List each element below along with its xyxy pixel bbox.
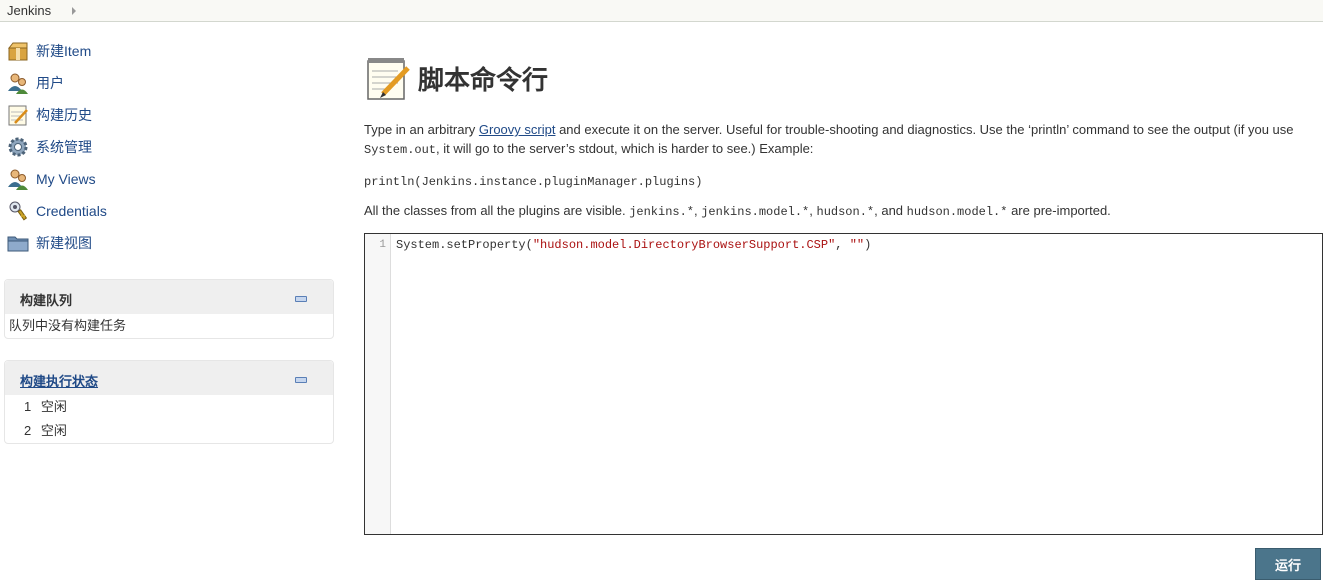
line-number: 1 bbox=[379, 239, 386, 251]
example-code: println(Jenkins.instance.pluginManager.p… bbox=[364, 175, 703, 189]
code-string: "hudson.model.DirectoryBrowserSupport.CS… bbox=[532, 238, 836, 252]
sidebar-item-label: My Views bbox=[36, 171, 96, 187]
script-editor[interactable]: 1 System.setProperty("hudson.model.Direc… bbox=[364, 233, 1323, 535]
code-token: ) bbox=[864, 238, 872, 252]
code-token: System.setProperty( bbox=[396, 238, 533, 252]
intro-code: System.out bbox=[364, 143, 437, 157]
users-icon bbox=[8, 169, 28, 190]
sidebar-item-new-view[interactable]: 新建视图 bbox=[6, 231, 206, 255]
sidebar-item-credentials[interactable]: Credentials bbox=[6, 199, 206, 223]
intro-text: , it will go to the server’s stdout, whi… bbox=[436, 141, 814, 156]
executors-title-link[interactable]: 构建执行状态 bbox=[20, 371, 98, 390]
notepad-icon bbox=[8, 105, 28, 126]
build-queue-pane: 构建队列 队列中没有构建任务 bbox=[4, 279, 334, 339]
new-package-icon bbox=[7, 42, 28, 61]
sidebar-item-label: Credentials bbox=[36, 203, 107, 219]
executor-status: 空闲 bbox=[40, 399, 67, 414]
sidebar-item-new-item[interactable]: 新建Item bbox=[6, 39, 206, 63]
classes-separator: , bbox=[809, 203, 817, 218]
groovy-script-link[interactable]: Groovy script bbox=[479, 122, 556, 137]
sidebar-item-manage[interactable]: 系统管理 bbox=[6, 135, 206, 159]
executor-row: 1 空闲 bbox=[5, 395, 333, 419]
line-number-gutter: 1 bbox=[365, 234, 391, 534]
executor-row: 2 空闲 bbox=[5, 419, 333, 443]
executor-number: 1 bbox=[24, 399, 32, 414]
executors-pane: 构建执行状态 1 空闲 2 空闲 bbox=[4, 360, 334, 444]
classes-text: are pre-imported. bbox=[1007, 203, 1111, 218]
executors-header: 构建执行状态 bbox=[5, 361, 333, 395]
build-queue-title: 构建队列 bbox=[20, 293, 73, 308]
sidebar-item-label: 用户 bbox=[36, 75, 64, 91]
credentials-icon bbox=[9, 201, 28, 221]
gear-icon bbox=[8, 137, 28, 157]
breadcrumb-jenkins-link[interactable]: Jenkins bbox=[7, 3, 51, 18]
sidebar-item-label: 新建视图 bbox=[36, 235, 92, 251]
executor-number: 2 bbox=[24, 423, 32, 438]
code-line[interactable]: System.setProperty("hudson.model.Directo… bbox=[396, 238, 871, 252]
classes-separator: , and bbox=[874, 203, 907, 218]
breadcrumb: Jenkins bbox=[0, 0, 1323, 22]
classes-text: All the classes from all the plugins are… bbox=[364, 203, 630, 218]
sidebar-item-label: 构建历史 bbox=[36, 107, 92, 123]
classes-paragraph: All the classes from all the plugins are… bbox=[364, 201, 1111, 222]
classes-code: jenkins.* bbox=[629, 205, 694, 219]
sidebar-item-label: 系统管理 bbox=[36, 139, 92, 155]
collapse-icon[interactable] bbox=[295, 377, 307, 383]
intro-text: Type in an arbitrary bbox=[364, 122, 479, 137]
breadcrumb-arrow-icon[interactable] bbox=[72, 7, 76, 15]
run-button[interactable]: 运行 bbox=[1255, 548, 1321, 580]
executor-status: 空闲 bbox=[40, 423, 67, 438]
classes-code: jenkins.model.* bbox=[701, 205, 810, 219]
example-code-block: println(Jenkins.instance.pluginManager.p… bbox=[364, 171, 702, 192]
intro-text: and execute it on the server. Useful for… bbox=[555, 122, 1294, 137]
classes-code: hudson.model.* bbox=[906, 205, 1008, 219]
script-console-notepad-icon bbox=[367, 58, 410, 100]
code-token: , bbox=[835, 238, 850, 252]
sidebar-item-label: 新建Item bbox=[36, 43, 92, 59]
users-icon bbox=[8, 73, 28, 94]
classes-code: hudson.* bbox=[816, 205, 875, 219]
code-string: "" bbox=[849, 238, 865, 252]
sidebar-item-users[interactable]: 用户 bbox=[6, 71, 206, 95]
sidebar-item-my-views[interactable]: My Views bbox=[6, 167, 206, 191]
intro-paragraph: Type in an arbitrary Groovy script and e… bbox=[364, 120, 1314, 160]
folder-icon bbox=[7, 236, 29, 252]
build-queue-empty-text: 队列中没有构建任务 bbox=[9, 318, 127, 333]
page-title: 脚本命令行 bbox=[418, 65, 549, 95]
sidebar-item-build-history[interactable]: 构建历史 bbox=[6, 103, 206, 127]
build-queue-header: 构建队列 bbox=[5, 280, 333, 314]
collapse-icon[interactable] bbox=[295, 296, 307, 302]
